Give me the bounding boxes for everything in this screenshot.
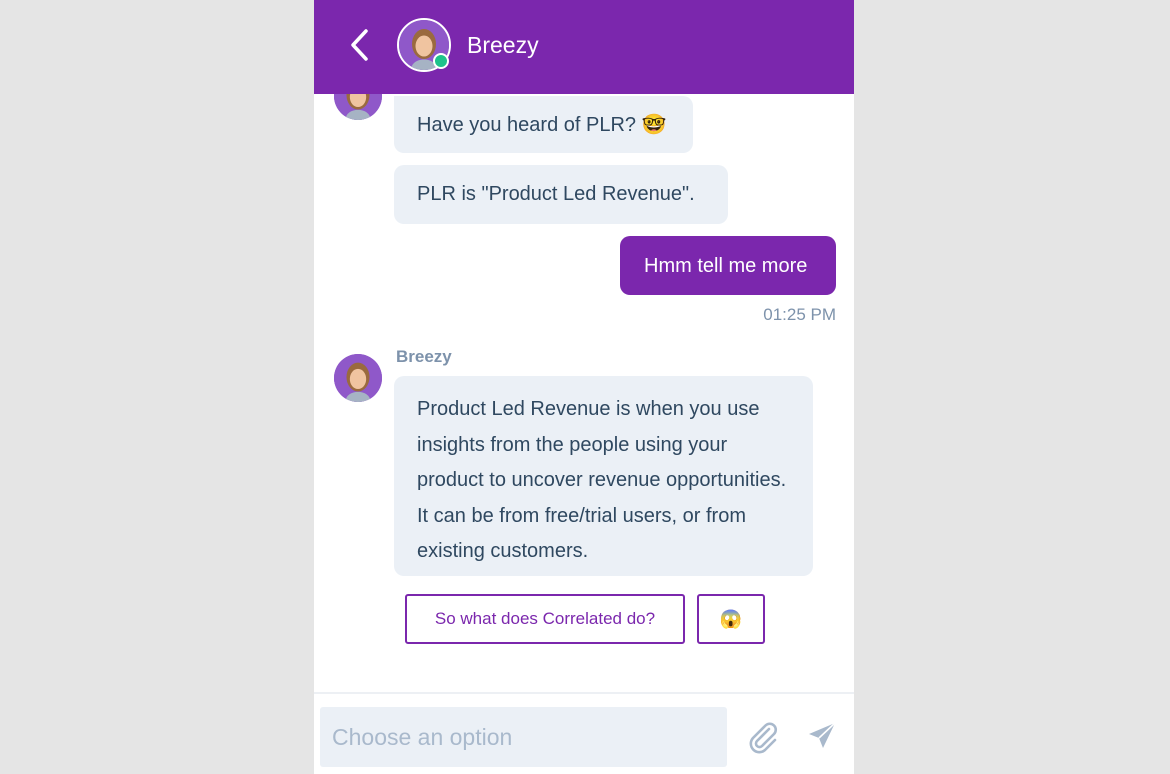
message-input[interactable] <box>320 707 727 767</box>
chat-widget: Breezy Have you heard of PLR? 🤓 PLR is "… <box>314 0 854 774</box>
chevron-left-icon <box>351 29 368 61</box>
send-button[interactable] <box>806 720 838 752</box>
bot-message: PLR is "Product Led Revenue". <box>394 165 728 224</box>
quick-reply-button[interactable]: So what does Correlated do? <box>405 594 685 644</box>
bot-avatar <box>334 94 382 120</box>
bot-avatar <box>334 354 382 402</box>
quick-reply-emoji-button[interactable]: 😱 <box>697 594 765 644</box>
back-button[interactable] <box>344 26 378 64</box>
sender-name: Breezy <box>396 347 452 366</box>
message-list[interactable]: Have you heard of PLR? 🤓 PLR is "Product… <box>314 94 854 692</box>
attach-button[interactable] <box>745 720 779 754</box>
online-status-dot <box>433 53 449 69</box>
chat-header: Breezy <box>314 0 854 94</box>
paperclip-icon <box>749 722 777 754</box>
agent-name: Breezy <box>467 32 539 58</box>
bot-message: Have you heard of PLR? 🤓 <box>394 96 693 153</box>
message-composer <box>314 692 854 774</box>
send-icon <box>809 722 836 748</box>
message-timestamp: 01:25 PM <box>763 305 836 324</box>
user-message: Hmm tell me more <box>620 236 836 295</box>
bot-message: Product Led Revenue is when you use insi… <box>394 376 813 576</box>
